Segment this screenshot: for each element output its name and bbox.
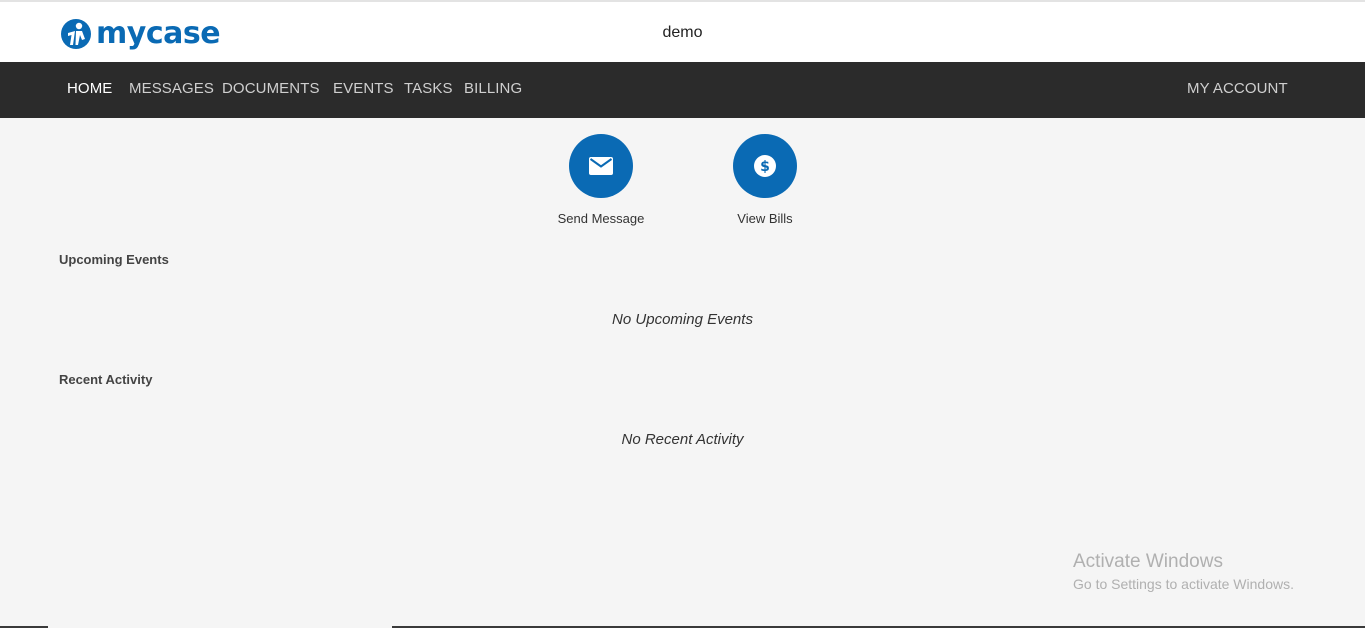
firm-name: demo <box>662 24 703 41</box>
envelope-icon <box>589 157 613 175</box>
nav-item-documents[interactable]: DOCUMENTS <box>222 80 320 97</box>
upcoming-events-heading: Upcoming Events <box>59 252 169 267</box>
nav-item-home[interactable]: HOME <box>67 80 112 97</box>
svg-text:$: $ <box>760 159 770 175</box>
dollar-icon: $ <box>754 155 776 177</box>
view-bills-label: View Bills <box>737 211 793 226</box>
view-bills-circle[interactable]: $ <box>733 134 797 198</box>
activate-windows-title: Activate Windows <box>1073 551 1223 572</box>
send-message-button[interactable]: Send Message <box>541 134 661 226</box>
nav-item-tasks[interactable]: TASKS <box>404 80 453 97</box>
recent-activity-empty: No Recent Activity <box>621 431 744 448</box>
send-message-circle[interactable] <box>569 134 633 198</box>
nav-item-events[interactable]: EVENTS <box>333 80 394 97</box>
view-bills-button[interactable]: $ View Bills <box>705 134 825 226</box>
activate-windows-subtitle: Go to Settings to activate Windows. <box>1073 576 1294 592</box>
quick-actions: Send Message $ View Bills <box>0 134 1365 234</box>
nav-item-billing[interactable]: BILLING <box>464 80 522 97</box>
send-message-label: Send Message <box>557 211 645 226</box>
nav-item-my-account[interactable]: MY ACCOUNT <box>1187 80 1288 97</box>
recent-activity-heading: Recent Activity <box>59 372 153 387</box>
nav-item-messages[interactable]: MESSAGES <box>129 80 214 97</box>
upcoming-events-empty: No Upcoming Events <box>612 311 753 328</box>
main-nav: HOME MESSAGES DOCUMENTS EVENTS TASKS BIL… <box>0 62 1365 118</box>
top-header: mycase demo <box>0 0 1365 62</box>
